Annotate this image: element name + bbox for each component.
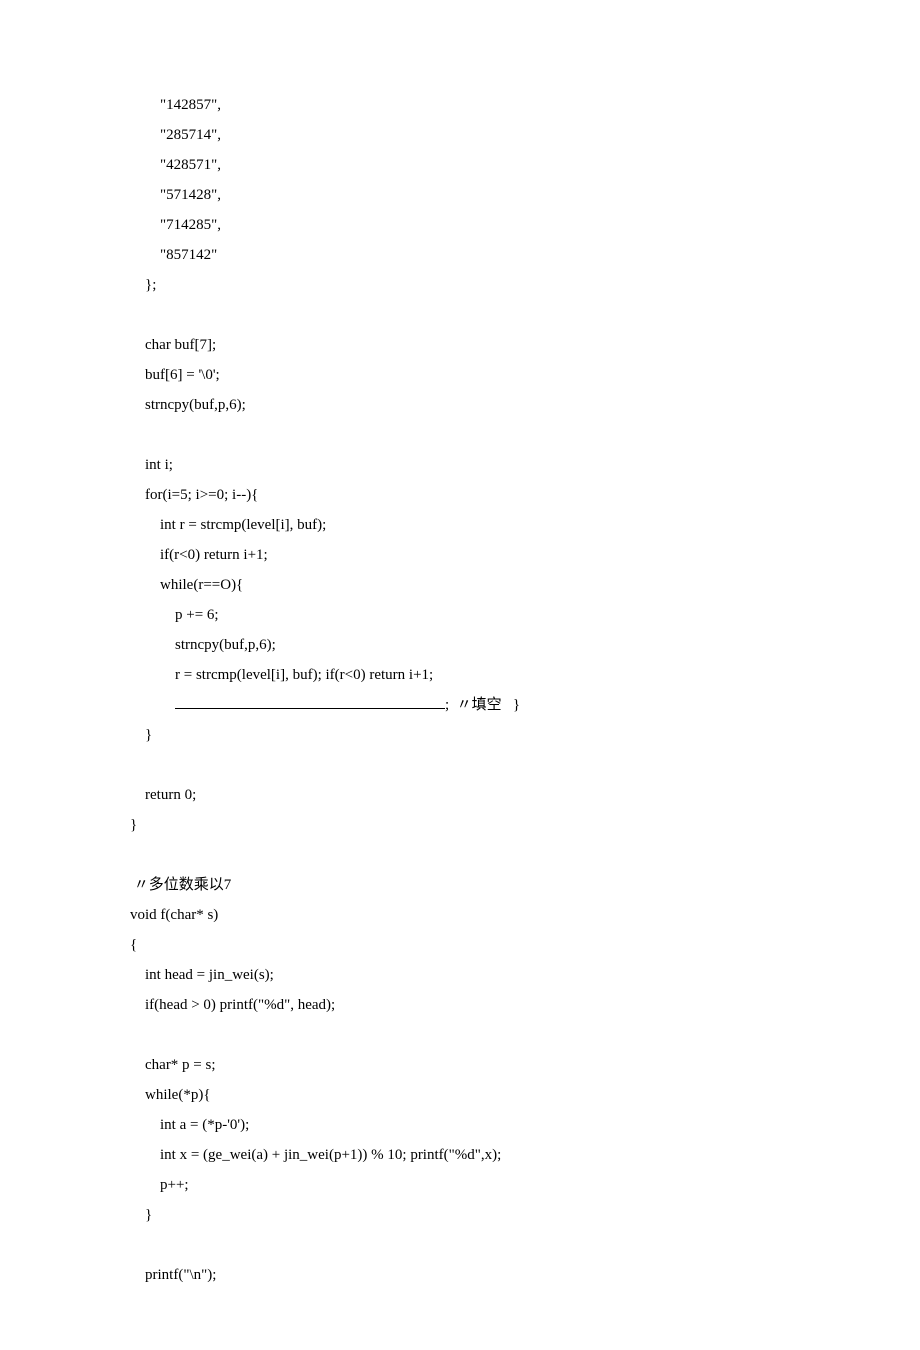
code-line: "857142" bbox=[130, 247, 217, 263]
code-line: int r = strcmp(level[i], buf); bbox=[130, 517, 326, 533]
code-line: "714285", bbox=[130, 217, 221, 233]
code-line: buf[6] = '\0'; bbox=[130, 367, 220, 383]
code-line-prefix bbox=[130, 697, 175, 713]
code-line: if(r<0) return i+1; bbox=[130, 547, 268, 563]
code-line: { bbox=[130, 937, 137, 953]
code-line: char* p = s; bbox=[130, 1057, 216, 1073]
code-line: while(*p){ bbox=[130, 1087, 211, 1103]
code-page: "142857", "285714", "428571", "571428", … bbox=[0, 0, 920, 1350]
code-line: "285714", bbox=[130, 127, 221, 143]
code-line: printf("\n"); bbox=[130, 1267, 216, 1283]
code-line: strncpy(buf,p,6); bbox=[130, 637, 276, 653]
code-line: r = strcmp(level[i], buf); if(r<0) retur… bbox=[130, 667, 433, 683]
code-line: } bbox=[130, 1207, 152, 1223]
code-line: "428571", bbox=[130, 157, 221, 173]
code-line: }; bbox=[130, 277, 156, 293]
code-line: while(r==O){ bbox=[130, 577, 243, 593]
code-line: p++; bbox=[130, 1177, 189, 1193]
fill-blank[interactable] bbox=[175, 693, 445, 709]
code-line: int a = (*p-'0'); bbox=[130, 1117, 249, 1133]
code-line: strncpy(buf,p,6); bbox=[130, 397, 246, 413]
code-line: return 0; bbox=[130, 787, 196, 803]
code-line: void f(char* s) bbox=[130, 907, 218, 923]
code-line-suffix: ; 〃填空 } bbox=[445, 697, 520, 713]
code-line: for(i=5; i>=0; i--){ bbox=[130, 487, 258, 503]
code-line: char buf[7]; bbox=[130, 337, 216, 353]
code-line: int head = jin_wei(s); bbox=[130, 967, 274, 983]
code-line: if(head > 0) printf("%d", head); bbox=[130, 997, 335, 1013]
code-line: "142857", bbox=[130, 97, 221, 113]
code-line: 〃多位数乘以7 bbox=[130, 877, 231, 893]
code-line: int i; bbox=[130, 457, 173, 473]
code-line: "571428", bbox=[130, 187, 221, 203]
code-line: p += 6; bbox=[130, 607, 219, 623]
code-line: int x = (ge_wei(a) + jin_wei(p+1)) % 10;… bbox=[130, 1147, 501, 1163]
code-line: } bbox=[130, 817, 137, 833]
code-line: } bbox=[130, 727, 152, 743]
